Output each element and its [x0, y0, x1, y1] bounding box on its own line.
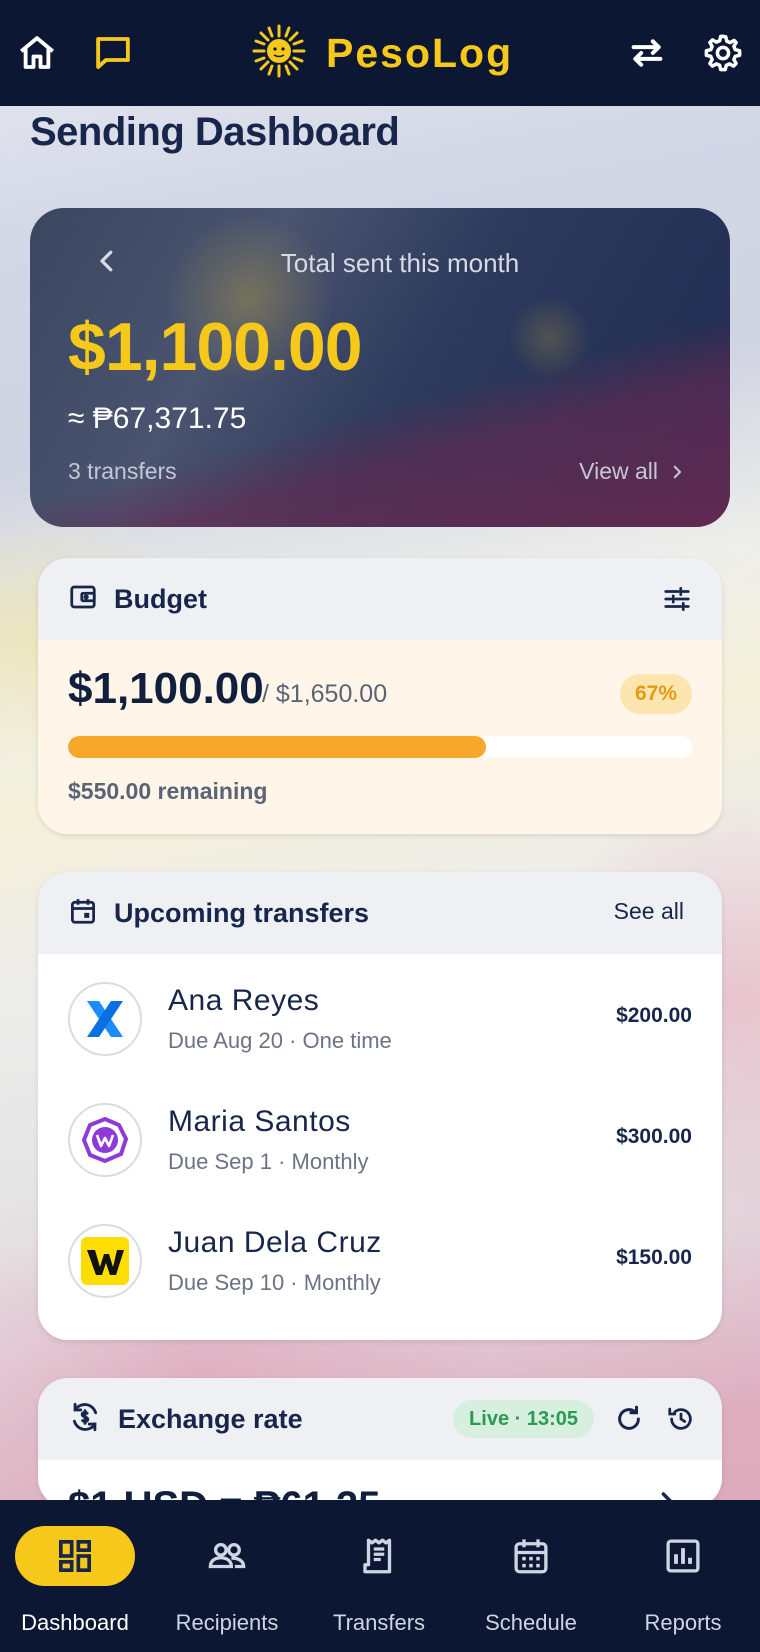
- live-status-badge: Live · 13:05: [453, 1400, 594, 1438]
- receipt-icon: [319, 1526, 439, 1586]
- exchange-rate-card: Exchange rate Live · 13:05 $1 USD = ₱61.…: [38, 1378, 722, 1508]
- page-title: Sending Dashboard: [30, 110, 400, 154]
- nav-label: Dashboard: [21, 1610, 129, 1635]
- nav-item-dashboard[interactable]: Dashboard: [0, 1526, 150, 1636]
- hero-label: Total sent this month: [280, 248, 520, 278]
- transfer-schedule: Due Aug 20 · One time: [168, 1028, 392, 1053]
- budget-header: Budget: [38, 558, 722, 640]
- wise-logo-icon: [68, 1103, 142, 1177]
- upcoming-transfer-row[interactable]: Maria Santos Due Sep 1 · Monthly $300.00: [38, 1085, 722, 1195]
- budget-progress-fill: [68, 736, 487, 758]
- settings-gear-icon[interactable]: [698, 28, 748, 78]
- nav-item-recipients[interactable]: Recipients: [152, 1526, 302, 1636]
- xoom-logo-icon: [68, 982, 142, 1056]
- previous-month-chevron-icon[interactable]: [92, 246, 122, 276]
- view-all-label: View all: [579, 458, 658, 484]
- chat-icon[interactable]: [88, 28, 138, 78]
- chart-icon: [623, 1526, 743, 1586]
- dashboard-icon: [15, 1526, 135, 1586]
- nav-label: Reports: [644, 1610, 722, 1635]
- budget-remaining: $550.00 remaining: [68, 778, 268, 804]
- swap-icon[interactable]: [622, 28, 672, 78]
- recipient-name: Juan Dela Cruz: [168, 1226, 382, 1259]
- total-sent-amount: $1,100.00: [68, 309, 363, 385]
- upcoming-list: Ana Reyes Due Aug 20 · One time $200.00 …: [38, 954, 722, 1340]
- exchange-header: Exchange rate Live · 13:05: [38, 1378, 722, 1460]
- adjust-sliders-icon[interactable]: [662, 584, 692, 619]
- brand: PesoLog: [252, 24, 514, 83]
- history-icon[interactable]: [664, 1402, 698, 1436]
- transfer-schedule: Due Sep 10 · Monthly: [168, 1270, 381, 1295]
- nav-item-schedule[interactable]: Schedule: [456, 1526, 606, 1636]
- home-icon[interactable]: [12, 28, 62, 78]
- budget-progress-track: [68, 736, 692, 758]
- recipient-name: Maria Santos: [168, 1105, 351, 1138]
- chevron-right-icon: [673, 465, 682, 478]
- transfer-count: 3 transfers: [68, 458, 177, 484]
- nav-item-reports[interactable]: Reports: [608, 1526, 758, 1636]
- wallet-icon: [68, 582, 98, 617]
- budget-spent: $1,100.00: [68, 664, 264, 713]
- total-sent-php: ≈ ₱67,371.75: [68, 402, 247, 435]
- nav-label: Schedule: [485, 1610, 577, 1635]
- budget-percent-badge: 67%: [620, 674, 692, 714]
- upcoming-transfer-row[interactable]: Juan Dela Cruz Due Sep 10 · Monthly $150…: [38, 1206, 722, 1316]
- transfer-amount: $200.00: [616, 1004, 692, 1027]
- monthly-total-card: Total sent this month $1,100.00 ≈ ₱67,37…: [30, 208, 730, 527]
- nav-label: Recipients: [175, 1610, 279, 1635]
- recipient-name: Ana Reyes: [168, 984, 320, 1017]
- people-icon: [167, 1526, 287, 1586]
- exchange-title: Exchange rate: [118, 1403, 303, 1434]
- budget-card: Budget $1,100.00 / $1,650.00 67% $550.00…: [38, 558, 722, 834]
- refresh-icon[interactable]: [612, 1402, 646, 1436]
- calendar-icon: [471, 1526, 591, 1586]
- upcoming-header: Upcoming transfers See all: [38, 872, 722, 954]
- transfer-schedule: Due Sep 1 · Monthly: [168, 1149, 369, 1174]
- transfer-amount: $300.00: [616, 1125, 692, 1148]
- see-all-link[interactable]: See all: [614, 898, 684, 925]
- budget-body: $1,100.00 / $1,650.00 67% $550.00 remain…: [38, 640, 722, 834]
- upcoming-title: Upcoming transfers: [114, 897, 370, 928]
- calendar-icon: [68, 896, 98, 931]
- upcoming-transfer-row[interactable]: Ana Reyes Due Aug 20 · One time $200.00: [38, 964, 722, 1074]
- bottom-navigation: Dashboard Recipients Transfers Schedule …: [0, 1500, 760, 1652]
- transfer-amount: $150.00: [616, 1246, 692, 1269]
- western-union-logo-icon: [68, 1224, 142, 1298]
- nav-item-transfers[interactable]: Transfers: [304, 1526, 454, 1636]
- app-name: PesoLog: [326, 29, 514, 76]
- currency-exchange-icon: [68, 1400, 102, 1439]
- upcoming-transfers-card: Upcoming transfers See all Ana Reyes Due…: [38, 872, 722, 1340]
- budget-title: Budget: [114, 583, 207, 614]
- budget-limit: / $1,650.00: [262, 680, 388, 708]
- sun-logo-icon: [252, 24, 306, 83]
- view-all-link[interactable]: View all: [579, 458, 686, 485]
- nav-label: Transfers: [332, 1610, 426, 1635]
- top-app-bar: PesoLog: [0, 0, 760, 106]
